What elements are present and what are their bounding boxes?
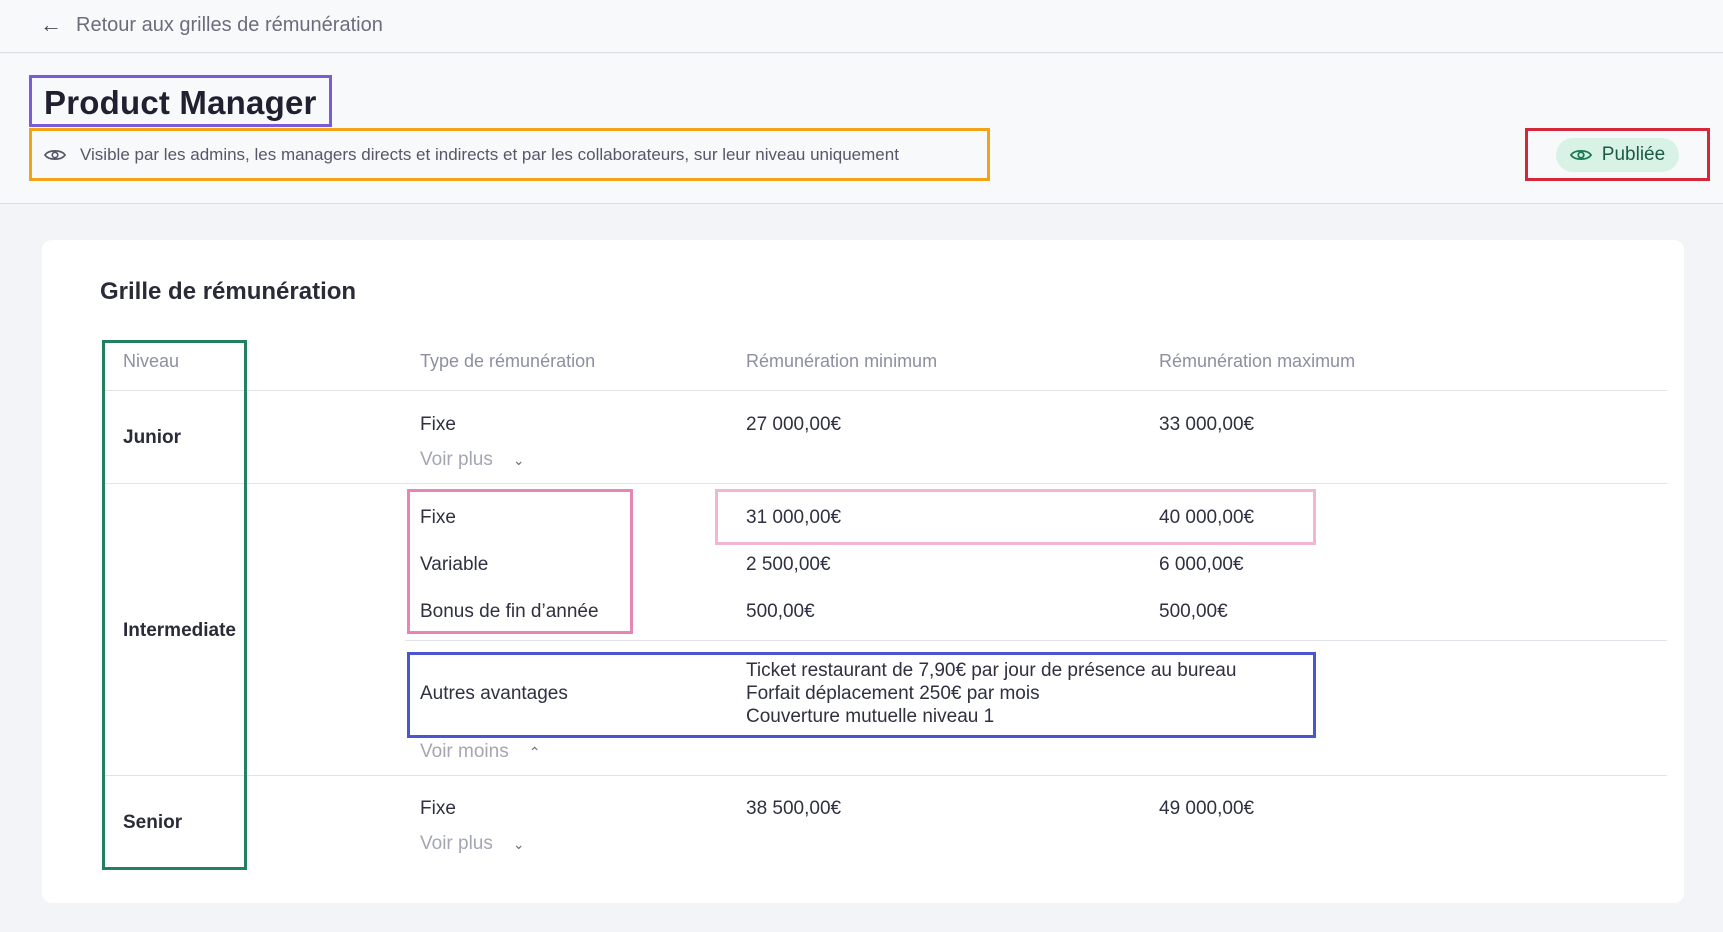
junior-min-fixe: 27 000,00€ <box>746 414 842 435</box>
intermediate-toggle-label: Voir moins <box>420 741 509 762</box>
junior-toggle-label: Voir plus <box>420 449 493 470</box>
chevron-up-icon: ⌃ <box>528 743 541 760</box>
intermediate-max-bonus: 500,00€ <box>1159 601 1228 622</box>
sub-row-divider <box>405 640 1667 641</box>
intermediate-toggle[interactable]: Voir moins ⌃ <box>420 741 540 763</box>
column-header-min: Rémunération minimum <box>746 351 938 371</box>
eye-icon <box>1569 149 1592 160</box>
junior-type-fixe: Fixe <box>420 414 456 435</box>
status-badge[interactable]: Publiée <box>1555 137 1680 172</box>
row-divider <box>104 775 1667 776</box>
chevron-down-icon: ⌄ <box>512 451 525 468</box>
senior-toggle-label: Voir plus <box>420 833 493 854</box>
row-divider <box>104 483 1667 484</box>
intermediate-min-bonus: 500,00€ <box>746 601 815 622</box>
senior-type-fixe: Fixe <box>420 798 456 819</box>
arrow-left-icon: ← <box>40 12 62 37</box>
level-column-highlight <box>102 340 247 870</box>
senior-min-fixe: 38 500,00€ <box>746 798 842 819</box>
fixe-range-highlight <box>715 489 1316 545</box>
column-header-max: Rémunération maximum <box>1159 351 1356 371</box>
back-link[interactable]: ← Retour aux grilles de rémunération <box>40 12 383 38</box>
salary-grid-table: Niveau Type de rémunération Rémunération… <box>42 240 1684 903</box>
visibility-info: Visible par les admins, les managers dir… <box>29 128 990 181</box>
junior-toggle[interactable]: Voir plus ⌄ <box>420 449 525 471</box>
senior-max-fixe: 49 000,00€ <box>1159 798 1255 819</box>
visibility-text: Visible par les admins, les managers dir… <box>80 144 899 164</box>
page-title: Product Manager <box>44 84 317 121</box>
salary-grid-card: Grille de rémunération Niveau Type de ré… <box>42 240 1684 903</box>
header-divider <box>104 390 1667 391</box>
top-bar: ← Retour aux grilles de rémunération <box>0 0 1723 53</box>
eye-icon <box>44 149 66 160</box>
title-highlight: Product Manager <box>29 75 332 127</box>
types-highlight <box>407 489 633 634</box>
status-label: Publiée <box>1601 143 1666 165</box>
senior-toggle[interactable]: Voir plus ⌄ <box>420 833 525 855</box>
junior-max-fixe: 33 000,00€ <box>1159 414 1255 435</box>
other-benefits-highlight <box>407 652 1316 738</box>
back-link-label: Retour aux grilles de rémunération <box>76 13 383 36</box>
intermediate-min-variable: 2 500,00€ <box>746 554 831 575</box>
intermediate-max-variable: 6 000,00€ <box>1159 554 1244 575</box>
column-header-type: Type de rémunération <box>420 351 596 371</box>
page-header: Product Manager Visible par les admins, … <box>0 54 1723 204</box>
chevron-down-icon: ⌄ <box>512 835 525 852</box>
status-highlight: Publiée <box>1525 128 1710 181</box>
